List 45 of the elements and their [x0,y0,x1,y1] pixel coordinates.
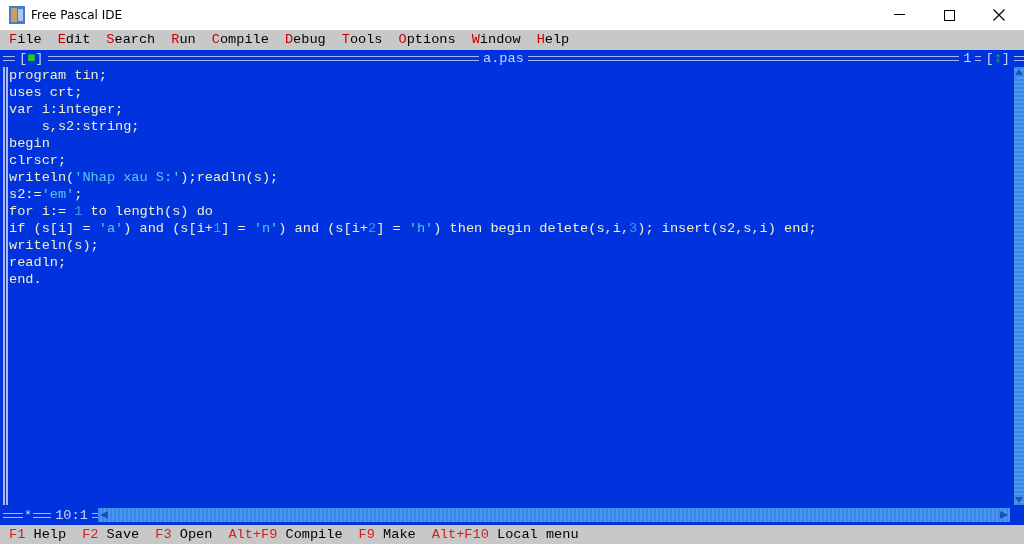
right-arrow-icon [998,510,1010,520]
minimize-icon [893,14,905,16]
code-line: end. [9,271,42,288]
shortcut-hint[interactable]: F9 Make [358,525,416,544]
shortcut-hint[interactable]: F1 Help [9,525,67,544]
app-icon [9,6,25,24]
code-line: s,s2:string; [40,118,140,135]
menu-item[interactable]: Options [398,30,464,50]
zoom-box[interactable]: [↕] [981,50,1014,67]
close-icon [993,9,1005,21]
window-title: Free Pascal IDE [31,7,123,24]
up-arrow-icon [1014,67,1024,77]
menu-item[interactable]: File [9,30,50,50]
menu-item[interactable]: Compile [211,30,277,50]
code-line: writeln(s); [9,237,99,254]
menu-item[interactable]: Tools [341,30,391,50]
code-line: if (s[i] = 'a') and (s[i+1] = 'n') and (s[i+2] = 'h') then begin delete(s,i,3); insert(s2,s,i) end; [9,220,817,237]
code-line: s2:='em'; [9,186,83,203]
code-line: program tin; [9,67,107,84]
editor-title: a.pas [482,50,525,67]
menu-item[interactable]: Help [536,30,578,50]
code-line: writeln('Nhap xau S:');readln(s); [9,169,279,186]
code-line: for i:= 1 to length(s) do [9,203,213,220]
shortcut-hint[interactable]: F3 Open [155,525,213,544]
shortcut-hint[interactable]: Alt+F10 Local menu [431,525,579,544]
horizontal-scrollbar[interactable] [97,508,1010,522]
code-line: clrscr; [9,152,67,169]
modified-mark: * [23,506,34,524]
window-number: 1 [962,50,973,67]
code-line: readln; [9,254,67,271]
shortcut-hint[interactable]: Alt+F9 Compile [228,525,343,544]
close-box[interactable]: [■] [15,50,48,67]
menu-item[interactable]: Run [171,30,204,50]
menu-item[interactable]: Debug [284,30,334,50]
menu-item[interactable]: Edit [57,30,99,50]
code-line: begin [9,135,50,152]
maximize-icon [943,9,955,21]
vertical-scrollbar[interactable] [1014,67,1024,505]
menu-item[interactable]: Search [106,30,164,50]
cursor-position: 10:1 [54,506,89,524]
shortcut-hint[interactable]: F2 Save [82,525,140,544]
code-line: uses crt; [9,84,83,101]
down-arrow-icon [1014,495,1024,505]
code-line: var i:integer; [9,101,124,118]
menu-item[interactable]: Window [471,30,529,50]
